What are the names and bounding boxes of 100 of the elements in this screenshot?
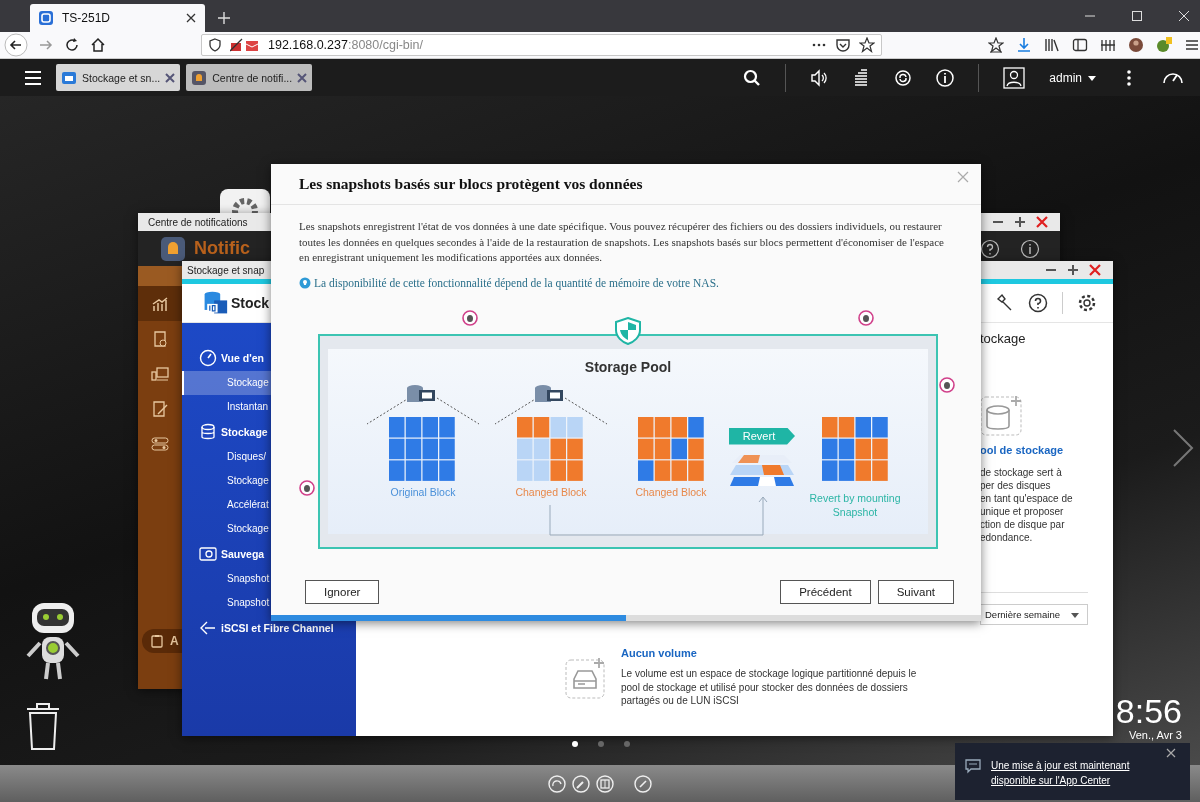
storage-app-icon <box>61 69 77 86</box>
chart-icon[interactable] <box>151 294 169 313</box>
settings-icon[interactable] <box>1077 293 1097 313</box>
magic-wand-icon[interactable] <box>994 293 1014 313</box>
dialog-button[interactable]: Ignorer <box>305 580 380 604</box>
book-icon[interactable] <box>596 774 614 793</box>
create-pool-link[interactable]: ool de stockage <box>980 444 1064 456</box>
trash-icon[interactable] <box>25 701 61 751</box>
bug-icon <box>299 479 315 496</box>
pocket-icon[interactable] <box>835 37 851 53</box>
bell-app-icon <box>191 69 208 86</box>
section-title: Aucun volume <box>621 647 698 659</box>
avatar-icon[interactable] <box>1128 37 1144 53</box>
gauge-icon <box>199 349 217 367</box>
note-text: La disponibilité de cette fonctionnalité dépend de la quantité de mémoire de votre NAS. <box>314 276 719 289</box>
description-line: per des disques <box>980 479 1051 492</box>
speaker-icon[interactable] <box>810 68 829 87</box>
nav-group[interactable]: Stockage <box>182 419 356 445</box>
window-title: Stockage et snap <box>187 264 265 276</box>
block-drawing <box>637 416 705 482</box>
star-icon[interactable] <box>859 37 875 53</box>
sync-icon[interactable] <box>894 68 913 87</box>
description-line: edondance. <box>980 531 1033 544</box>
block-drawing <box>821 416 889 482</box>
extension-icon[interactable] <box>1100 37 1116 53</box>
download-icon[interactable] <box>1016 37 1032 53</box>
browser-tab[interactable]: TS-251D <box>30 4 205 32</box>
app-title: Notific <box>194 238 250 259</box>
insecure-lock-icon <box>230 38 260 52</box>
layers-drawing <box>730 452 794 487</box>
period-dropdown[interactable]: Dernière semaine <box>980 604 1088 625</box>
library-icon[interactable] <box>1044 37 1060 53</box>
description-line: unique et proposer <box>980 505 1064 518</box>
info-icon[interactable] <box>1020 238 1040 259</box>
description: Le volume est un espace de stockage logique partitionné depuis le pool de stockage et utilisé pour stocker des données de dossiers partagés ou de LUN iSCSI <box>621 667 918 708</box>
document-icon[interactable] <box>151 329 169 348</box>
camera-icon <box>199 545 217 563</box>
bell-app-icon <box>160 235 186 262</box>
app-tab[interactable]: Stockage et sn... <box>56 64 181 91</box>
wrench-icon[interactable] <box>572 774 590 793</box>
home-icon[interactable] <box>90 37 106 53</box>
update-link[interactable]: Une mise à jour est maintenant disponible sur l'App Center <box>991 758 1156 788</box>
block-label: Changed Block <box>635 485 707 498</box>
edit-icon[interactable] <box>151 399 169 418</box>
maximize-icon[interactable] <box>1014 216 1026 228</box>
devices-icon[interactable] <box>151 364 169 383</box>
clock-date: Ven., Avr 3 <box>1129 729 1182 741</box>
help-icon[interactable] <box>1028 293 1048 313</box>
storage-app-icon <box>202 290 228 316</box>
clipboard-icon <box>150 634 164 648</box>
shield-icon <box>615 316 641 345</box>
clock-time: 8:56 <box>1115 693 1182 729</box>
sidebar-icon[interactable] <box>1072 37 1088 53</box>
extension-icon[interactable] <box>1156 37 1172 53</box>
message-icon <box>965 758 981 774</box>
description: Les snapshots enregistrent l'état de vos données à une date spécifique. Vous pouvez récupérer des fichiers ou des dossiers individuels, ou restaurer toutes les données en quelques secondes à l'aide de la restauration de snapshots. Les snapshots basés sur blocs permettent d'économiser de l'espace en enregistrant uniquement les modifications apportées aux données. <box>299 219 945 265</box>
database-icon <box>199 423 217 441</box>
close-icon[interactable] <box>1166 748 1176 758</box>
bug-icon <box>858 309 874 326</box>
help-icon[interactable] <box>980 238 1000 259</box>
search-icon[interactable] <box>743 68 762 87</box>
address-field[interactable]: 192.168.0.237:8080/cgi-bin/ <box>201 34 882 56</box>
block-label: Changed Block <box>515 485 587 498</box>
connector-icon <box>199 619 217 637</box>
reload-icon[interactable] <box>64 37 80 53</box>
app-title: Stock <box>231 295 270 311</box>
bug-icon <box>939 376 955 393</box>
block-label: Revert by mounting Snapshot <box>808 490 902 519</box>
dialog-title: Les snapshots basés sur blocs protègent vos données <box>299 175 644 193</box>
section-title: tockage <box>980 331 1026 346</box>
app-icon <box>38 10 54 26</box>
chevron-right-icon[interactable] <box>1172 428 1194 468</box>
app-tab[interactable]: Centre de notifi... <box>186 64 313 91</box>
dialog-button[interactable]: Suivant <box>877 580 954 604</box>
menu-icon[interactable] <box>24 68 42 87</box>
page-dot[interactable] <box>624 741 630 747</box>
window-title: Centre de notifications <box>148 216 248 228</box>
caret-icon <box>1071 610 1079 619</box>
caret-icon[interactable] <box>1088 73 1096 82</box>
dock-icon[interactable] <box>548 774 566 793</box>
page-dot[interactable] <box>572 741 578 747</box>
diagram-title: Storage Pool <box>583 357 673 375</box>
bulb-icon <box>299 276 311 289</box>
close-icon[interactable] <box>185 12 197 24</box>
star-icon[interactable] <box>988 37 1004 53</box>
toggle-icon[interactable] <box>151 434 169 453</box>
revert-badge: Revert <box>729 427 795 445</box>
new-tab-icon[interactable] <box>217 11 231 25</box>
nav-group[interactable]: Vue d'en <box>182 345 356 371</box>
edit-icon[interactable] <box>634 774 652 793</box>
user-name[interactable]: admin <box>1049 70 1082 85</box>
back-icon[interactable] <box>4 33 28 57</box>
dialog-button[interactable]: Précédent <box>780 580 871 604</box>
page-dot[interactable] <box>598 741 604 747</box>
description-line: ction de disque par <box>980 518 1065 531</box>
maximize-icon[interactable] <box>1067 264 1079 276</box>
bug-icon <box>462 309 478 326</box>
user-icon[interactable] <box>1003 66 1026 89</box>
shield-icon <box>208 38 222 52</box>
nav-group[interactable]: Sauvega <box>182 541 356 567</box>
